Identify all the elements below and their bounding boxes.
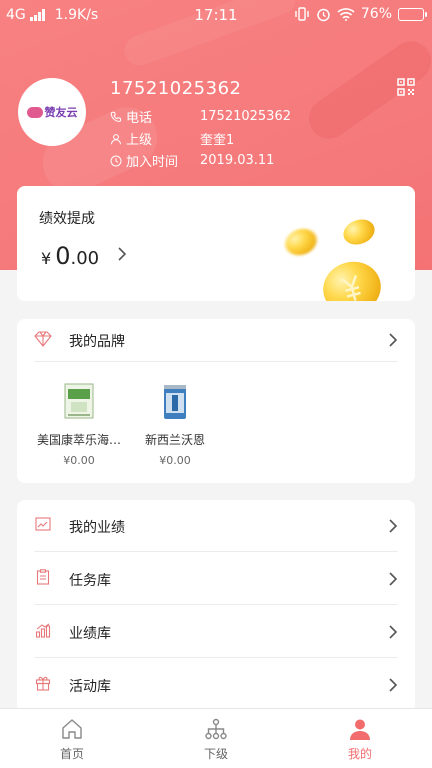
- info-label: 上级: [126, 133, 153, 148]
- amount-decimal: .00: [70, 248, 100, 269]
- info-value: 17521025362: [200, 109, 291, 124]
- menu-item-performance-library[interactable]: 业绩库: [17, 606, 415, 658]
- menu-item-activity-library[interactable]: 活动库: [17, 659, 415, 711]
- info-label: 电话: [126, 111, 153, 126]
- info-value: 奎奎1: [200, 133, 235, 148]
- cloud-icon: [26, 106, 43, 118]
- brand-card: 我的品牌 美国康萃乐海… ¥0.00 新西兰沃恩 ¥0.00: [17, 319, 415, 483]
- battery-percent: 76%: [360, 6, 392, 22]
- brand-section-title: 我的品牌: [69, 334, 125, 350]
- clock-icon: [110, 155, 122, 167]
- chevron-right-icon: [388, 624, 398, 644]
- menu-item-my-performance[interactable]: 我的业绩: [17, 500, 415, 552]
- tab-label: 首页: [59, 747, 84, 761]
- menu-label: 活动库: [69, 679, 111, 695]
- user-icon: [348, 717, 372, 741]
- brand-header[interactable]: 我的品牌: [17, 319, 415, 362]
- menu-label: 业绩库: [69, 626, 111, 642]
- info-label: 加入时间: [126, 155, 179, 170]
- divider: [34, 657, 398, 658]
- product-item[interactable]: 美国康萃乐海… ¥0.00: [29, 381, 129, 467]
- performance-amount: ¥ 0 .00: [41, 242, 99, 270]
- info-row-phone: 电话 17521025362: [110, 107, 291, 126]
- diamond-icon: [34, 331, 52, 351]
- coin-decoration: [281, 224, 321, 260]
- gift-icon: [35, 675, 51, 691]
- info-value: 2019.03.11: [200, 153, 275, 168]
- chevron-right-icon: [388, 677, 398, 697]
- tab-label: 我的: [347, 747, 372, 761]
- vibrate-icon: [295, 7, 309, 21]
- divider: [34, 361, 398, 362]
- user-phone-heading: 17521025362: [110, 78, 242, 99]
- performance-card[interactable]: 绩效提成 ¥ 0 .00: [17, 186, 415, 301]
- info-row-superior: 上级 奎奎1: [110, 129, 234, 148]
- product-price: ¥0.00: [159, 454, 191, 467]
- chevron-right-icon: [388, 571, 398, 591]
- divider: [34, 604, 398, 605]
- menu-item-task-library[interactable]: 任务库: [17, 553, 415, 605]
- status-bar: 4G 1.9K/s 17:11 76%: [0, 0, 432, 30]
- product-name: 新西兰沃恩: [144, 433, 205, 447]
- hierarchy-icon: [204, 717, 228, 741]
- chevron-right-icon[interactable]: [388, 332, 398, 352]
- product-item[interactable]: 新西兰沃恩 ¥0.00: [125, 381, 225, 467]
- person-icon: [110, 133, 122, 145]
- menu-card: 我的业绩 任务库 业绩库 活动库: [17, 500, 415, 712]
- qr-code-icon[interactable]: [397, 78, 415, 96]
- amount-integer: 0: [55, 242, 71, 270]
- brand-logo: 赞友云: [26, 104, 78, 120]
- product-price: ¥0.00: [63, 454, 95, 467]
- bottom-tab-bar: 首页 下级 我的: [0, 708, 432, 768]
- tab-mine[interactable]: 我的: [288, 709, 432, 768]
- home-icon: [60, 717, 84, 741]
- coin-decoration: [339, 215, 379, 249]
- avatar[interactable]: 赞友云: [18, 78, 86, 146]
- menu-label: 任务库: [69, 573, 111, 589]
- bar-chart-icon: [35, 622, 51, 638]
- tab-label: 下级: [203, 747, 228, 761]
- performance-title: 绩效提成: [39, 211, 95, 227]
- info-row-join-date: 加入时间 2019.03.11: [110, 151, 274, 170]
- chart-icon: [35, 516, 51, 532]
- battery-icon: [398, 7, 427, 21]
- currency-symbol: ¥: [41, 249, 52, 268]
- phone-icon: [110, 111, 122, 123]
- chevron-right-icon: [388, 518, 398, 538]
- alarm-icon: [317, 8, 330, 21]
- product-image: [59, 381, 99, 421]
- tab-home[interactable]: 首页: [0, 709, 144, 768]
- clipboard-icon: [35, 569, 51, 585]
- yen-coin-icon: [317, 255, 387, 301]
- product-image: [155, 381, 195, 421]
- tab-subordinates[interactable]: 下级: [144, 709, 288, 768]
- product-name: 美国康萃乐海…: [36, 433, 121, 447]
- chevron-right-icon[interactable]: [117, 246, 127, 266]
- divider: [34, 551, 398, 552]
- wifi-icon: [337, 8, 355, 21]
- menu-label: 我的业绩: [69, 520, 125, 536]
